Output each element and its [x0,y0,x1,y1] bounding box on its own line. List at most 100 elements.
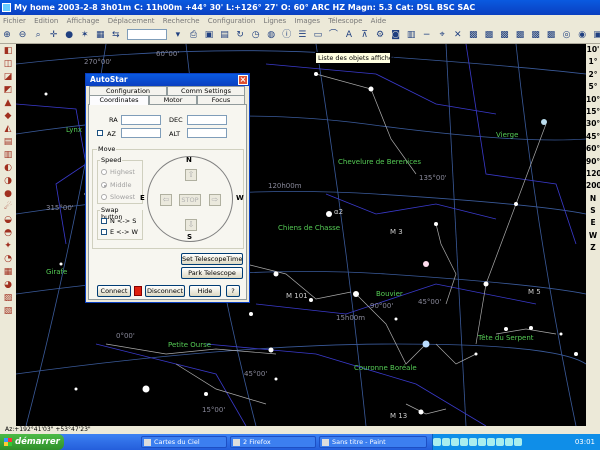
tray-icon-9[interactable] [505,438,513,446]
fov-1deg[interactable]: 1° [586,56,600,68]
info-icon[interactable]: ⓘ [281,29,293,41]
dec-input[interactable] [187,115,227,125]
tab-motor[interactable]: Motor [149,95,197,104]
arrow-left-icon[interactable]: ⇦ [160,194,172,206]
star-icon[interactable]: ✶ [79,29,91,41]
pattern2-icon[interactable]: ▩ [483,29,495,41]
tray-icon-4[interactable] [460,438,468,446]
tray-icon-8[interactable] [496,438,504,446]
fov-30deg[interactable]: 30° [586,118,600,130]
ruler-icon[interactable]: ▭ [312,29,324,41]
refresh-icon[interactable]: ↻ [234,29,246,41]
minus-icon[interactable]: − [421,29,433,41]
fov-15deg[interactable]: 15° [586,106,600,118]
tool-10-icon[interactable]: ◐ [2,162,14,174]
speed-highest-radio[interactable] [101,169,107,175]
tool-14-icon[interactable]: ◒ [2,214,14,226]
fov-90deg[interactable]: 90° [586,156,600,168]
set-telescope-time-button[interactable]: Set TelescopeTime [181,253,243,265]
park-telescope-button[interactable]: Park Telescope [181,267,243,279]
calendar-icon[interactable]: ▥ [405,29,417,41]
arrow-right-icon[interactable]: ⇨ [209,194,221,206]
list-icon[interactable]: ☰ [296,29,308,41]
tab-focus[interactable]: Focus [197,95,245,104]
tool-11-icon[interactable]: ◑ [2,175,14,187]
dir-east[interactable]: E [586,217,600,229]
close-icon[interactable]: × [238,75,248,85]
task-cartes-du-ciel[interactable]: Cartes du Ciel [141,436,227,448]
hide-button[interactable]: Hide [189,285,221,297]
tray-icon-2[interactable] [442,438,450,446]
task-firefox[interactable]: 2 Firefox [230,436,316,448]
field-combo[interactable] [127,29,168,40]
tool-2-icon[interactable]: ◫ [2,58,14,70]
fov-120deg[interactable]: 120° [586,168,600,180]
menu-edition[interactable]: Edition [31,17,61,25]
config-icon[interactable]: ⚙ [374,29,386,41]
save-icon[interactable]: ▣ [203,29,215,41]
pattern6-icon[interactable]: ▩ [545,29,557,41]
open-icon[interactable]: ▤ [219,29,231,41]
tool-12-icon[interactable]: ● [2,188,14,200]
alt-input[interactable] [187,128,227,138]
dir-south[interactable]: S [586,205,600,217]
ra-input[interactable] [121,115,161,125]
close-icon[interactable]: ✕ [452,29,464,41]
zoom-out-icon[interactable]: ⊖ [17,29,29,41]
tool-1-icon[interactable]: ◧ [2,45,14,57]
dir-north[interactable]: N [586,193,600,205]
fov-2deg[interactable]: 2° [586,69,600,81]
tab-comm-settings[interactable]: Comm Settings [167,86,245,95]
az-checkbox[interactable] [97,130,103,136]
disconnect-button[interactable]: Disconnect [145,285,185,297]
start-button[interactable]: démarrer [0,434,64,450]
help-button[interactable]: ? [226,285,240,297]
fov-200deg[interactable]: 200° [586,180,600,192]
tool-19-icon[interactable]: ◕ [2,279,14,291]
menu-aide[interactable]: Aide [368,17,389,25]
menu-fichier[interactable]: Fichier [0,17,29,25]
camera-icon[interactable]: ◙ [390,29,402,41]
stop-button[interactable]: STOP [179,194,201,206]
flip-icon[interactable]: ⇆ [110,29,122,41]
menu-recherche[interactable]: Recherche [160,17,203,25]
horizon-icon[interactable]: ⌒ [327,29,339,41]
pin-icon[interactable]: ● [63,29,75,41]
fov-10min[interactable]: 10' [586,44,600,56]
tray-icon-7[interactable] [487,438,495,446]
zoom-in-icon[interactable]: ⊕ [1,29,13,41]
fov-60deg[interactable]: 60° [586,143,600,155]
swap-ew-checkbox[interactable] [101,229,107,235]
menu-images[interactable]: Images [291,17,323,25]
tool-9-icon[interactable]: ▥ [2,149,14,161]
tool-21-icon[interactable]: ▧ [2,305,14,317]
connect-button[interactable]: Connect [97,285,131,297]
tab-configuration[interactable]: Configuration [89,86,167,95]
tray-icon-10[interactable] [514,438,522,446]
tool-13-icon[interactable]: ☄ [2,201,14,213]
speed-slowest-radio[interactable] [101,194,107,200]
az-input[interactable] [121,128,161,138]
grid-icon[interactable]: ▦ [94,29,106,41]
pattern5-icon[interactable]: ▩ [530,29,542,41]
speed-middle-radio[interactable] [101,182,107,188]
target-icon[interactable]: ✛ [48,29,60,41]
menu-telescope[interactable]: Télescope [325,17,365,25]
tab-coordinates[interactable]: Coordinates [89,95,149,105]
search-icon[interactable]: ⌕ [32,29,44,41]
tool-3-icon[interactable]: ◪ [2,71,14,83]
tray-icon-6[interactable] [478,438,486,446]
tool-17-icon[interactable]: ◔ [2,253,14,265]
fov-45deg[interactable]: 45° [586,131,600,143]
arrow-up-icon[interactable]: ⇧ [185,169,197,181]
tool-4-icon[interactable]: ◩ [2,84,14,96]
tool-18-icon[interactable]: ▦ [2,266,14,278]
tool-7-icon[interactable]: ◭ [2,123,14,135]
coord-icon[interactable]: ⌖ [436,29,448,41]
menu-deplacement[interactable]: Déplacement [105,17,158,25]
swap-ns-checkbox[interactable] [101,218,107,224]
fov-5deg[interactable]: 5° [586,81,600,93]
tray-icon-3[interactable] [451,438,459,446]
label-icon[interactable]: A [343,29,355,41]
tool-16-icon[interactable]: ✦ [2,240,14,252]
